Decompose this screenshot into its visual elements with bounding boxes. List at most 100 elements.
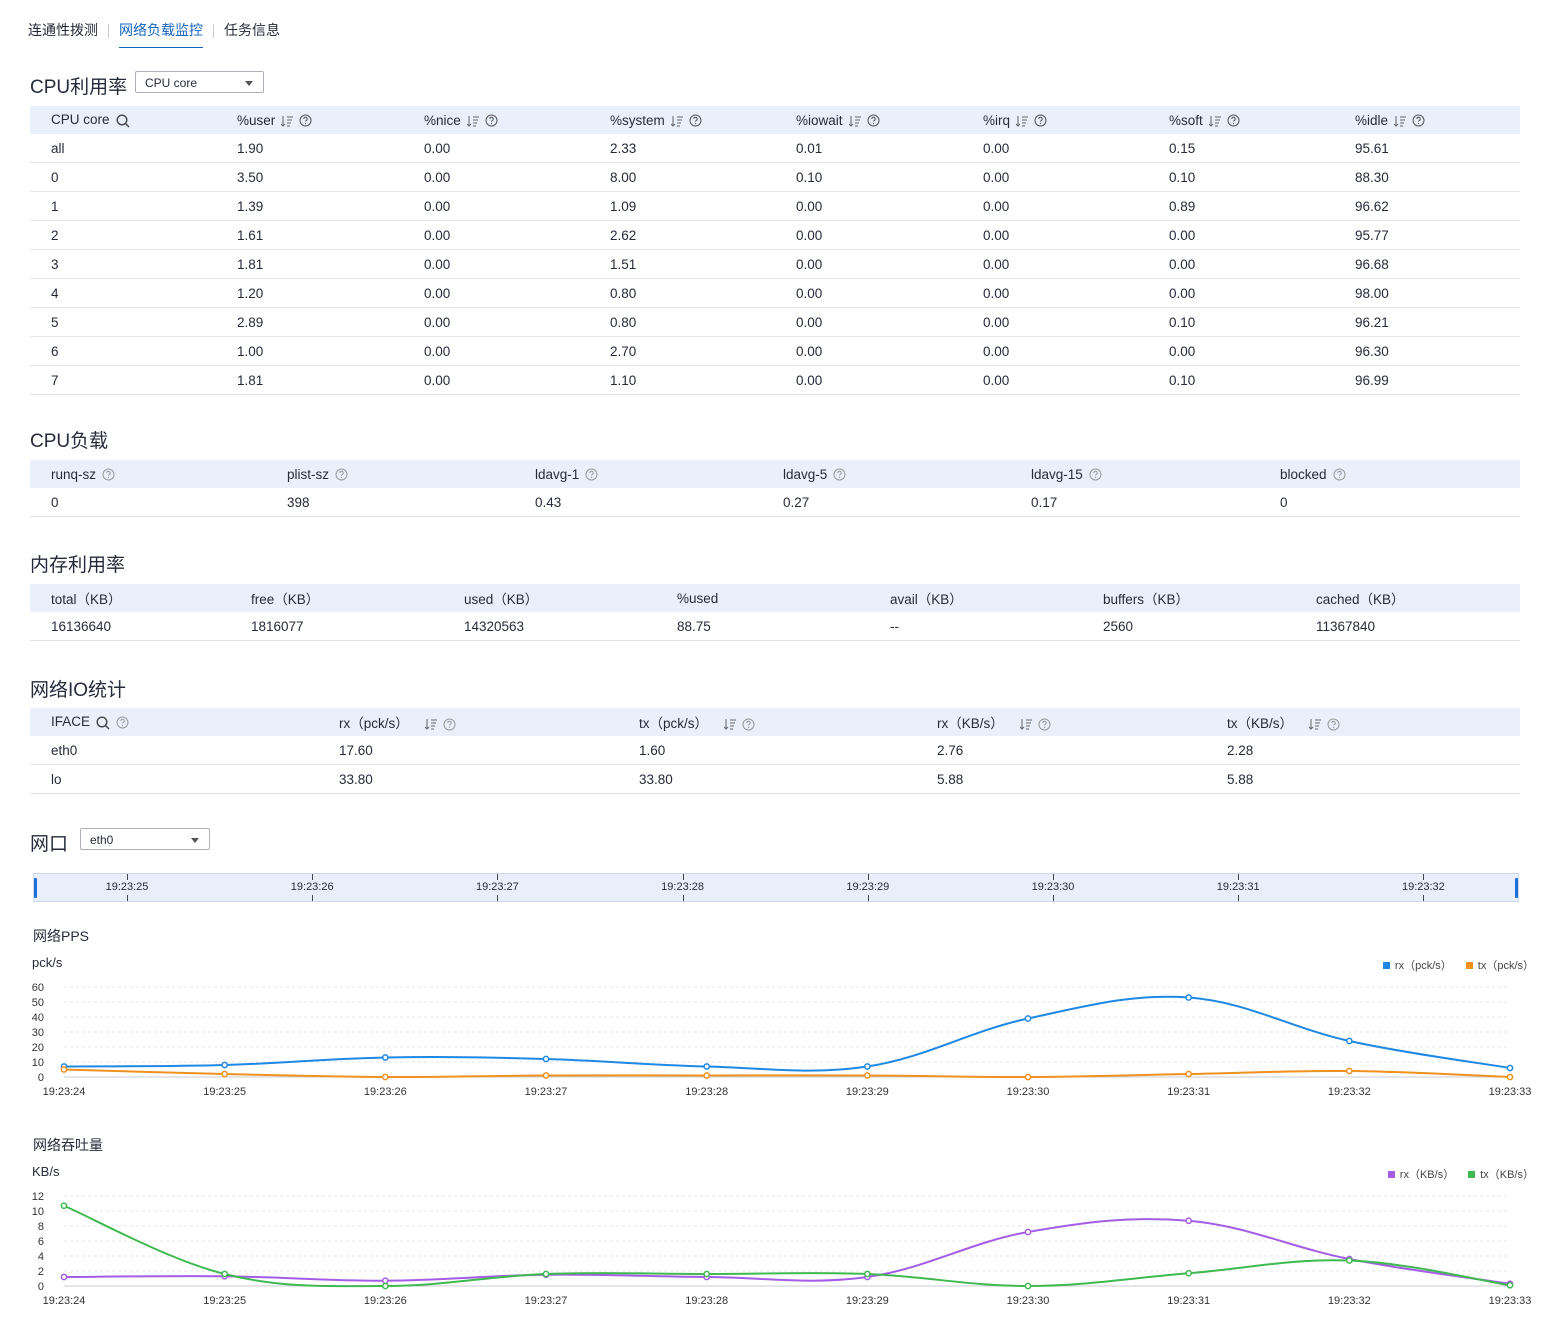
data-point[interactable] xyxy=(1024,1228,1032,1236)
help-icon[interactable] xyxy=(833,468,846,481)
data-point[interactable] xyxy=(221,1270,229,1278)
help-icon[interactable] xyxy=(1412,114,1425,127)
data-point[interactable] xyxy=(1506,1281,1514,1289)
data-point[interactable] xyxy=(703,1072,711,1079)
data-point[interactable] xyxy=(381,1073,389,1081)
legend-item-tx-kbs[interactable]: tx（KB/s） xyxy=(1468,1166,1534,1182)
table-cell: 1.00 xyxy=(216,336,403,366)
help-icon[interactable] xyxy=(867,114,880,127)
table-cell: 0.43 xyxy=(514,488,762,517)
help-icon[interactable] xyxy=(689,114,702,127)
sort-icon[interactable] xyxy=(670,115,683,127)
timeline-label: 19:23:31 xyxy=(1216,881,1260,893)
table-cell[interactable]: eth0 xyxy=(30,736,318,765)
data-point[interactable] xyxy=(221,1061,229,1069)
column-header: tx（KB/s） xyxy=(1206,708,1520,736)
help-icon[interactable] xyxy=(1038,718,1051,731)
help-icon[interactable] xyxy=(1227,114,1240,127)
table-cell: all xyxy=(30,134,216,163)
data-point[interactable] xyxy=(863,1270,871,1278)
time-range-slider[interactable]: 19:23:25 19:23:26 19:23:27 19:23:28 19:23:29… xyxy=(33,873,1519,902)
data-point[interactable] xyxy=(1024,1282,1032,1290)
data-point[interactable] xyxy=(863,1063,871,1070)
data-point[interactable] xyxy=(221,1070,229,1078)
sort-icon[interactable] xyxy=(1019,718,1032,731)
table-row: all 1.90 0.00 2.33 0.01 0.00 0.15 95.61 xyxy=(30,134,1520,163)
tab-network-load-monitor[interactable]: 网络负载监控 xyxy=(119,20,203,48)
table-cell: 0.00 xyxy=(962,220,1148,250)
data-point[interactable] xyxy=(1185,994,1193,1001)
sort-icon[interactable] xyxy=(1309,718,1322,731)
sort-icon[interactable] xyxy=(848,115,861,127)
time-range-start-handle[interactable] xyxy=(34,878,37,898)
table-cell: 6 xyxy=(30,336,216,366)
sort-icon[interactable] xyxy=(424,718,437,731)
time-range-end-handle[interactable] xyxy=(1515,878,1518,898)
help-icon[interactable] xyxy=(1327,718,1340,731)
data-point[interactable] xyxy=(60,1066,68,1073)
timeline-tick xyxy=(127,895,128,901)
tab-task-info[interactable]: 任务信息 xyxy=(224,20,280,40)
help-icon[interactable] xyxy=(299,114,312,127)
help-icon[interactable] xyxy=(585,468,598,481)
data-point[interactable] xyxy=(542,1055,550,1063)
data-point[interactable] xyxy=(1506,1064,1514,1072)
data-point[interactable] xyxy=(863,1072,871,1079)
sort-icon[interactable] xyxy=(1016,115,1029,127)
help-icon[interactable] xyxy=(335,468,348,481)
table-cell: 2 xyxy=(30,220,216,250)
x-tick-label: 19:23:24 xyxy=(43,1086,86,1098)
y-tick-label: 40 xyxy=(32,1012,44,1024)
data-point[interactable] xyxy=(1024,1015,1032,1022)
data-point[interactable] xyxy=(381,1054,389,1061)
legend-label: tx（KB/s） xyxy=(1480,1169,1534,1181)
data-point[interactable] xyxy=(60,1202,68,1210)
port-select[interactable]: eth0 xyxy=(80,828,210,850)
data-point[interactable] xyxy=(703,1063,711,1070)
x-tick-label: 19:23:24 xyxy=(43,1295,86,1307)
data-point[interactable] xyxy=(1506,1073,1514,1081)
data-point[interactable] xyxy=(381,1277,389,1285)
sort-icon[interactable] xyxy=(281,115,294,127)
legend-item-rx-kbs[interactable]: rx（KB/s） xyxy=(1387,1166,1454,1182)
data-point[interactable] xyxy=(1345,1067,1353,1075)
data-point[interactable] xyxy=(542,1072,550,1079)
data-point[interactable] xyxy=(542,1270,550,1278)
data-point[interactable] xyxy=(60,1273,68,1281)
column-header: buffers（KB） xyxy=(1082,584,1295,612)
search-icon[interactable] xyxy=(116,114,130,128)
help-icon[interactable] xyxy=(485,114,498,127)
column-header: %irq xyxy=(962,106,1148,134)
data-point[interactable] xyxy=(1185,1217,1193,1225)
x-tick-label: 19:23:25 xyxy=(203,1295,246,1307)
data-point[interactable] xyxy=(703,1270,711,1278)
legend-item-rx-pps[interactable]: rx（pck/s） xyxy=(1382,957,1452,973)
data-point[interactable] xyxy=(1185,1070,1193,1078)
sort-icon[interactable] xyxy=(724,718,737,731)
search-icon[interactable] xyxy=(96,716,110,730)
data-point[interactable] xyxy=(1185,1269,1193,1277)
table-cell[interactable]: lo xyxy=(30,764,318,794)
help-icon[interactable] xyxy=(1089,468,1102,481)
help-icon[interactable] xyxy=(742,718,755,731)
cpu-core-select[interactable]: CPU core xyxy=(135,71,264,93)
data-point[interactable] xyxy=(1024,1073,1032,1081)
sort-icon[interactable] xyxy=(466,115,479,127)
data-point[interactable] xyxy=(1345,1257,1353,1264)
legend-item-tx-pps[interactable]: tx（pck/s） xyxy=(1465,957,1534,973)
help-icon[interactable] xyxy=(443,718,456,731)
data-point[interactable] xyxy=(1345,1037,1353,1045)
help-icon[interactable] xyxy=(1333,468,1346,481)
tab-connectivity-test[interactable]: 连通性拨测 xyxy=(28,20,98,40)
legend-swatch xyxy=(1465,961,1473,969)
table-cell: 96.68 xyxy=(1334,249,1520,279)
help-icon[interactable] xyxy=(116,716,129,729)
help-icon[interactable] xyxy=(1034,114,1047,127)
data-point[interactable] xyxy=(381,1282,389,1290)
timeline-tick xyxy=(312,895,314,901)
sort-icon[interactable] xyxy=(1394,115,1407,127)
sort-icon[interactable] xyxy=(1208,115,1221,127)
help-icon[interactable] xyxy=(102,468,115,481)
table-cell: 1.81 xyxy=(216,249,403,279)
table-cell: 1.51 xyxy=(589,249,775,279)
